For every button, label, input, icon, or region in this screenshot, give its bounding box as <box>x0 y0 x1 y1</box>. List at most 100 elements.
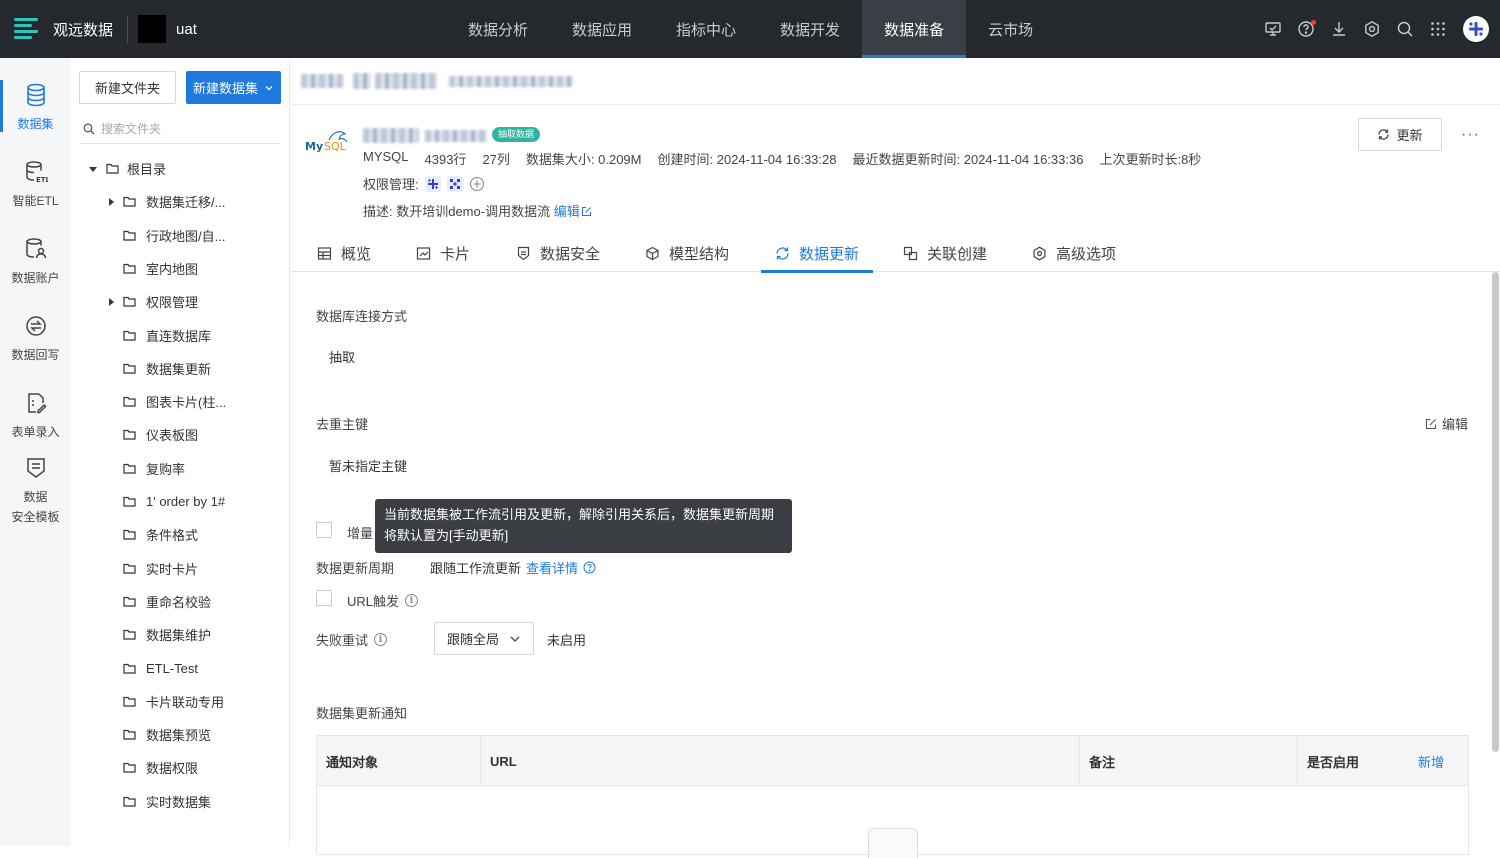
tab-data-security[interactable]: 数据安全 <box>516 234 600 272</box>
database-icon <box>25 83 47 107</box>
tab-model-structure[interactable]: 模型结构 <box>645 234 729 272</box>
description: 描述: 数开培训demo-调用数据流 <box>363 204 551 219</box>
top-icons <box>1256 0 1500 58</box>
breadcrumb-redacted[interactable] <box>375 73 437 89</box>
rail-security-template[interactable]: 数据 安全模板 <box>0 443 71 527</box>
nav-data-apps[interactable]: 数据应用 <box>550 0 654 58</box>
tree-item[interactable]: 直连数据库 <box>71 319 290 352</box>
help-icon[interactable] <box>583 561 596 574</box>
tree-item[interactable]: 仪表板图 <box>71 418 290 451</box>
monitor-icon[interactable] <box>1256 9 1289 49</box>
new-folder-button[interactable]: 新建文件夹 <box>79 71 176 104</box>
nav-metrics-center[interactable]: 指标中心 <box>654 0 758 58</box>
folder-icon <box>123 263 136 274</box>
apps-grid-icon[interactable] <box>1421 9 1454 49</box>
caret-down-icon[interactable] <box>88 164 98 174</box>
tree-label: 1' order by 1# <box>146 494 226 509</box>
tree-item[interactable]: 卡片联动专用 <box>71 685 290 718</box>
edit-description-link[interactable]: 编辑 <box>554 204 592 219</box>
tree-item[interactable]: 数据集预览 <box>71 718 290 751</box>
tree-item[interactable]: 重命名校验 <box>71 585 290 618</box>
tree-item[interactable]: 室内地图 <box>71 252 290 285</box>
user-avatar[interactable] <box>446 175 463 192</box>
tree-item[interactable]: 数据权限 <box>71 751 290 784</box>
rail-form-entry[interactable]: 表单录入 <box>0 366 71 442</box>
tree-item[interactable]: 实时卡片 <box>71 552 290 585</box>
edit-icon <box>1425 418 1437 429</box>
notify-table: 通知对象 URL 备注 是否启用 新增 <box>316 735 1469 858</box>
info-icon[interactable]: i <box>374 633 388 646</box>
nav-data-prep[interactable]: 数据准备 <box>862 0 967 58</box>
edit-dedup-button[interactable]: 编辑 <box>1425 414 1468 433</box>
caret-right-icon[interactable] <box>106 297 116 307</box>
description-row: 描述: 数开培训demo-调用数据流 编辑 <box>363 201 592 220</box>
tree-item[interactable]: 复购率 <box>71 452 290 485</box>
tab-cards[interactable]: 卡片 <box>416 234 470 272</box>
breadcrumb-redacted[interactable] <box>449 76 573 87</box>
main-scrollbar[interactable] <box>1492 272 1499 752</box>
add-notify-button[interactable]: 新增 <box>1418 736 1444 786</box>
info-icon[interactable]: i <box>405 594 419 607</box>
url-trigger-checkbox[interactable] <box>316 590 332 606</box>
tree-label: 实时卡片 <box>146 562 199 577</box>
notify-label: 数据集更新通知 <box>316 706 408 721</box>
svg-text:SQL: SQL <box>324 140 347 153</box>
more-options-icon[interactable]: ··· <box>1461 126 1480 144</box>
breadcrumb-redacted[interactable] <box>353 73 371 89</box>
add-permission-icon[interactable] <box>469 176 485 192</box>
rail-dataset[interactable]: 数据集 <box>0 58 71 134</box>
breadcrumb-redacted[interactable] <box>301 74 343 88</box>
tree-item[interactable]: 实时数据集 <box>71 785 290 818</box>
download-icon[interactable] <box>1322 9 1355 49</box>
project-logo[interactable] <box>138 15 167 43</box>
tab-join-create[interactable]: 关联创建 <box>903 234 987 272</box>
folder-icon <box>123 429 136 440</box>
user-avatar[interactable] <box>424 175 441 192</box>
folder-search[interactable] <box>79 114 281 144</box>
retry-status: 未启用 <box>547 633 587 648</box>
tree-root[interactable]: 根目录 <box>71 152 290 185</box>
help-icon[interactable] <box>1289 9 1322 49</box>
rail-data-account[interactable]: 数据账户 <box>0 212 71 288</box>
app-logo[interactable]: 观远数据 <box>12 15 113 43</box>
tree-item[interactable]: 行政地图/自... <box>71 219 290 252</box>
new-dataset-button[interactable]: 新建数据集 <box>186 71 281 104</box>
search-icon[interactable] <box>1388 9 1421 49</box>
rail-data-writeback[interactable]: 数据回写 <box>0 289 71 365</box>
notify-table-header: 通知对象 URL 备注 是否启用 新增 <box>317 736 1468 786</box>
data-writeback-icon <box>24 314 48 338</box>
nav-cloud-market[interactable]: 云市场 <box>966 0 1055 58</box>
tab-data-update[interactable]: 数据更新 <box>760 234 874 273</box>
tree-item[interactable]: 数据集更新 <box>71 352 290 385</box>
tree-item[interactable]: 数据集迁移/... <box>71 185 290 218</box>
incremental-checkbox[interactable] <box>316 522 332 538</box>
tab-advanced-options[interactable]: 高级选项 <box>1032 234 1116 272</box>
update-period-value: 跟随工作流更新 查看详情 <box>430 558 596 577</box>
nav-data-analysis[interactable]: 数据分析 <box>446 0 550 58</box>
folder-icon <box>123 596 136 607</box>
refresh-button[interactable]: 更新 <box>1358 118 1442 151</box>
tree-item[interactable]: 数据集维护 <box>71 618 290 651</box>
folder-icon <box>123 330 136 341</box>
url-trigger-label: URL触发 <box>347 594 400 609</box>
tree-item[interactable]: 图表卡片(柱... <box>71 385 290 418</box>
user-avatar[interactable] <box>1463 16 1489 42</box>
svg-text:My: My <box>305 140 323 153</box>
retry-select[interactable]: 跟随全局 <box>434 622 534 655</box>
tree-item[interactable]: 1' order by 1# <box>71 485 290 518</box>
tab-overview[interactable]: 概览 <box>317 234 371 272</box>
nav-data-dev[interactable]: 数据开发 <box>758 0 862 58</box>
view-details-link[interactable]: 查看详情 <box>526 558 578 577</box>
folder-search-input[interactable] <box>101 121 271 136</box>
settings-icon[interactable] <box>1355 9 1388 49</box>
project-name[interactable]: uat <box>176 21 197 38</box>
caret-right-icon[interactable] <box>106 197 116 207</box>
retry-label: 失败重试 <box>316 633 369 648</box>
dataset-name-redacted[interactable] <box>425 130 487 142</box>
dataset-name-redacted[interactable] <box>363 128 419 143</box>
rail-smart-etl[interactable]: ETL 智能ETL <box>0 135 71 211</box>
folder-icon <box>123 363 136 374</box>
tree-item[interactable]: ETL-Test <box>71 652 290 685</box>
tree-item[interactable]: 条件格式 <box>71 518 290 551</box>
tree-item[interactable]: 权限管理 <box>71 285 290 318</box>
